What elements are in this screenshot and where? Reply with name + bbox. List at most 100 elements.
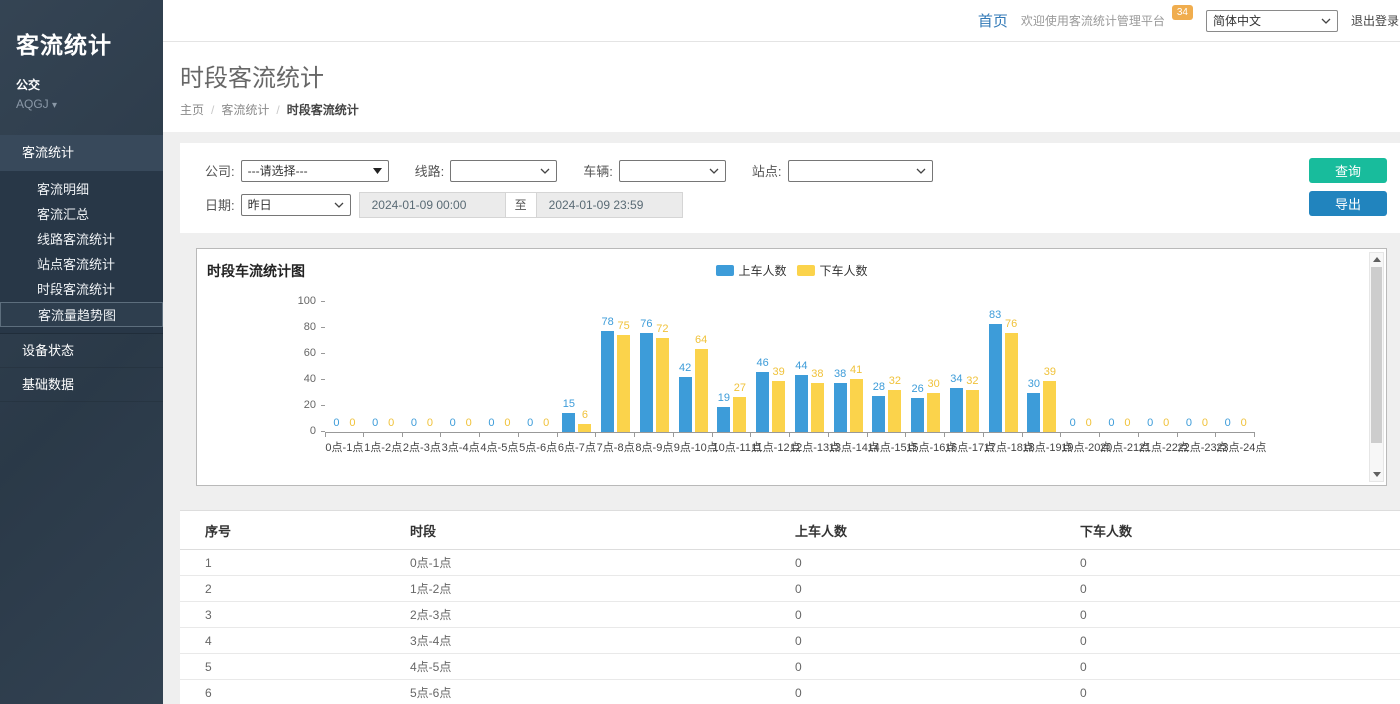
- y-axis-tick-label: 80: [304, 321, 316, 333]
- bar-value-label: 0: [1086, 417, 1092, 429]
- bar[interactable]: [756, 372, 769, 432]
- date-preset-select[interactable]: 昨日: [241, 194, 351, 216]
- chart-legend: 上车人数下车人数: [715, 262, 867, 279]
- chart-plot: 0204060801000000000000001567875767242641…: [325, 303, 1255, 433]
- sidebar-subitem[interactable]: 线路客流统计: [0, 227, 163, 252]
- x-axis-category-label: 5点-6点: [519, 439, 558, 455]
- chart-area: 0204060801000000000000001567875767242641…: [197, 303, 1386, 455]
- table-cell: 0: [795, 550, 1080, 576]
- bar[interactable]: [1005, 333, 1018, 432]
- sidebar-group-passenger-stats[interactable]: 客流统计: [0, 135, 163, 171]
- bar-value-label: 38: [811, 368, 823, 380]
- bar[interactable]: [834, 383, 847, 432]
- home-link[interactable]: 首页: [978, 10, 1008, 31]
- date-to-input[interactable]: 2024-01-09 23:59: [536, 192, 683, 218]
- bar-value-label: 42: [679, 362, 691, 374]
- sidebar-subitem[interactable]: 客流量趋势图: [0, 302, 163, 327]
- language-select[interactable]: 简体中文: [1206, 10, 1338, 32]
- company-select[interactable]: ---请选择---: [241, 160, 389, 182]
- bar[interactable]: [966, 390, 979, 432]
- x-axis-category-label: 3点-4点: [441, 439, 480, 455]
- scrollbar-up-arrow-icon[interactable]: [1370, 253, 1383, 266]
- bar-column: 0: [1144, 303, 1157, 432]
- scrollbar-thumb[interactable]: [1371, 267, 1382, 443]
- bar-value-label: 76: [1005, 318, 1017, 330]
- chart-vertical-scrollbar[interactable]: [1369, 252, 1384, 482]
- bar-column: 0: [1066, 303, 1079, 432]
- bar[interactable]: [679, 377, 692, 432]
- date-preset-value: 昨日: [248, 196, 272, 213]
- bar[interactable]: [656, 338, 669, 432]
- sidebar-item-device-status[interactable]: 设备状态: [0, 334, 163, 368]
- bar-value-label: 64: [695, 334, 707, 346]
- bar[interactable]: [795, 375, 808, 432]
- bar[interactable]: [850, 379, 863, 432]
- bar-value-label: 32: [889, 375, 901, 387]
- content-area: 公司: ---请选择--- 线路: 车辆:: [163, 132, 1400, 704]
- org-selector[interactable]: AQGJ ▾: [16, 97, 163, 111]
- chevron-down-icon: [709, 168, 719, 174]
- bar-value-label: 0: [427, 417, 433, 429]
- bar-value-label: 6: [582, 409, 588, 421]
- bar[interactable]: [911, 398, 924, 432]
- sidebar-subitem[interactable]: 客流明细: [0, 177, 163, 202]
- sidebar-item-basic-data[interactable]: 基础数据: [0, 368, 163, 402]
- bar-group: 1927: [713, 303, 752, 432]
- vehicle-select[interactable]: [619, 160, 726, 182]
- legend-item[interactable]: 下车人数: [797, 262, 868, 279]
- bar[interactable]: [562, 413, 575, 433]
- y-axis-tick: [321, 301, 325, 302]
- bar-column: 0: [485, 303, 498, 432]
- page-title-band: 时段客流统计 主页/客流统计/时段客流统计: [163, 42, 1400, 132]
- legend-item[interactable]: 上车人数: [715, 262, 786, 279]
- col-header-index: 序号: [180, 511, 410, 550]
- bar[interactable]: [733, 397, 746, 432]
- sidebar-subitem[interactable]: 时段客流统计: [0, 277, 163, 302]
- breadcrumb-home[interactable]: 主页: [180, 103, 204, 117]
- bar[interactable]: [617, 335, 630, 433]
- bar[interactable]: [950, 388, 963, 432]
- bar[interactable]: [772, 381, 785, 432]
- bar-column: 0: [1121, 303, 1134, 432]
- chart-panel: 时段车流统计图 上车人数下车人数 02040608010000000000000…: [196, 248, 1387, 486]
- table-cell: 0: [1080, 602, 1400, 628]
- breadcrumb-section[interactable]: 客流统计: [221, 103, 269, 117]
- bar[interactable]: [640, 333, 653, 432]
- bar[interactable]: [601, 331, 614, 432]
- chart-title: 时段车流统计图: [207, 261, 305, 281]
- bar[interactable]: [717, 407, 730, 432]
- scrollbar-down-arrow-icon[interactable]: [1370, 468, 1383, 481]
- bar-column: 6: [578, 303, 591, 432]
- bar[interactable]: [811, 383, 824, 432]
- bar-value-label: 75: [618, 320, 630, 332]
- bar-column: 0: [1237, 303, 1250, 432]
- bar-column: 76: [640, 303, 653, 432]
- export-button[interactable]: 导出: [1309, 191, 1387, 216]
- table-row: 10点-1点00: [180, 550, 1400, 576]
- bar-group: 00: [1100, 303, 1139, 432]
- station-select[interactable]: [788, 160, 933, 182]
- data-table-panel: 序号 时段 上车人数 下车人数 10点-1点0021点-2点0032点-3点00…: [180, 510, 1400, 704]
- col-header-timeslot: 时段: [410, 511, 795, 550]
- bar-value-label: 0: [1108, 417, 1114, 429]
- x-axis-category-label: 8点-9点: [635, 439, 674, 455]
- bar[interactable]: [872, 396, 885, 432]
- logout-link[interactable]: 退出登录: [1351, 12, 1399, 29]
- sidebar-subitem[interactable]: 站点客流统计: [0, 252, 163, 277]
- bar[interactable]: [1027, 393, 1040, 432]
- query-button[interactable]: 查询: [1309, 158, 1387, 183]
- bar[interactable]: [578, 424, 591, 432]
- bar[interactable]: [888, 390, 901, 432]
- bar[interactable]: [695, 349, 708, 432]
- bar[interactable]: [927, 393, 940, 432]
- bar-value-label: 46: [757, 357, 769, 369]
- notification-badge[interactable]: 34: [1172, 5, 1193, 20]
- bar-value-label: 78: [602, 316, 614, 328]
- sidebar-subitem[interactable]: 客流汇总: [0, 202, 163, 227]
- bar[interactable]: [1043, 381, 1056, 432]
- line-select[interactable]: [450, 160, 557, 182]
- bar[interactable]: [989, 324, 1002, 432]
- sidebar: 客流统计 公交 AQGJ ▾ 客流统计 客流明细客流汇总线路客流统计站点客流统计…: [0, 0, 163, 704]
- date-from-input[interactable]: 2024-01-09 00:00: [359, 192, 506, 218]
- x-axis-category-label: 20点-21点: [1100, 439, 1139, 455]
